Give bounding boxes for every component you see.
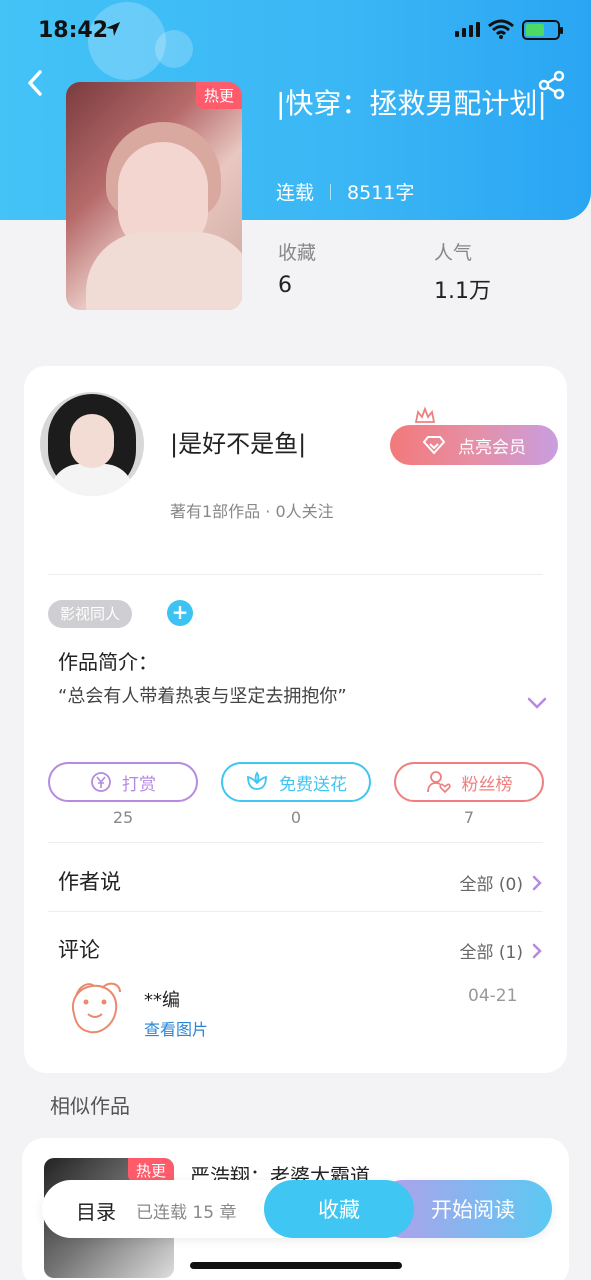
- book-meta: 连载 8511字: [276, 178, 414, 205]
- chevron-right-icon: [532, 875, 542, 890]
- comments-label: 评论: [58, 938, 100, 962]
- hot-badge: 热更: [195, 82, 242, 109]
- vip-button[interactable]: 点亮会员: [390, 425, 558, 465]
- author-subtitle: 著有1部作品 · 0人关注: [170, 502, 334, 521]
- send-flower-button[interactable]: 免费送花: [221, 762, 371, 802]
- home-indicator: [190, 1262, 402, 1269]
- intro-text: “总会有人带着热衷与坚定去拥抱你”: [58, 686, 347, 707]
- vip-button-label: 点亮会员: [458, 437, 526, 458]
- category-tag[interactable]: 影视同人: [48, 600, 133, 628]
- book-word-count: 8511字: [347, 182, 415, 204]
- book-status: 连载: [276, 182, 315, 204]
- author-says-label: 作者说: [58, 870, 121, 894]
- stat-popularity: 人气 1.1万: [434, 242, 491, 304]
- yen-coin-icon: [91, 772, 111, 792]
- book-title: |快穿：拯救男配计划|: [276, 87, 547, 120]
- stat-favorites: 收藏 6: [278, 242, 317, 298]
- tip-button[interactable]: 打赏: [48, 762, 198, 802]
- similar-works-title: 相似作品: [50, 1094, 130, 1118]
- location-arrow-icon: [106, 22, 120, 36]
- bottom-action-bar: 目录 已连载 15 章 开始阅读 收藏: [42, 1180, 552, 1238]
- status-bar: 18:42: [0, 0, 591, 64]
- author-avatar[interactable]: [40, 392, 144, 496]
- view-image-link[interactable]: 查看图片: [144, 1016, 208, 1040]
- commenter-avatar[interactable]: [62, 974, 128, 1040]
- author-says-all-link[interactable]: 全部 (0): [460, 870, 543, 895]
- wifi-icon: [488, 19, 514, 39]
- crown-icon: [414, 406, 436, 423]
- favorite-button[interactable]: 收藏: [264, 1180, 414, 1238]
- comments-all-link[interactable]: 全部 (1): [460, 938, 543, 963]
- tip-count: 25: [112, 808, 134, 827]
- fan-count: 7: [463, 808, 475, 827]
- status-time: 18:42: [38, 18, 109, 43]
- battery-icon: [522, 20, 563, 40]
- divider: [48, 911, 543, 912]
- add-tag-button[interactable]: +: [167, 600, 193, 626]
- comment-date: 04-21: [468, 986, 518, 1006]
- diamond-icon: [422, 436, 446, 455]
- flower-count: 0: [290, 808, 302, 827]
- toc-button[interactable]: 目录: [76, 1196, 116, 1225]
- back-arrow-icon[interactable]: [22, 68, 52, 98]
- signal-icon: [455, 22, 480, 37]
- author-card: |是好不是鱼| 著有1部作品 · 0人关注 点亮会员 影视同人 + 作品简介： …: [24, 366, 567, 1073]
- book-cover[interactable]: 热更: [66, 82, 242, 310]
- divider: [48, 574, 543, 575]
- intro-label: 作品简介：: [58, 650, 158, 674]
- flower-icon: [247, 771, 267, 790]
- comment-username: **编: [144, 990, 180, 1011]
- author-name[interactable]: |是好不是鱼|: [170, 424, 306, 459]
- user-heart-icon: [426, 771, 451, 794]
- chevron-right-icon: [532, 943, 542, 958]
- divider: [48, 842, 543, 843]
- chevron-down-icon[interactable]: [526, 696, 548, 710]
- serial-chapter-count: 已连载 15 章: [136, 1203, 237, 1223]
- fan-ranking-button[interactable]: 粉丝榜: [394, 762, 544, 802]
